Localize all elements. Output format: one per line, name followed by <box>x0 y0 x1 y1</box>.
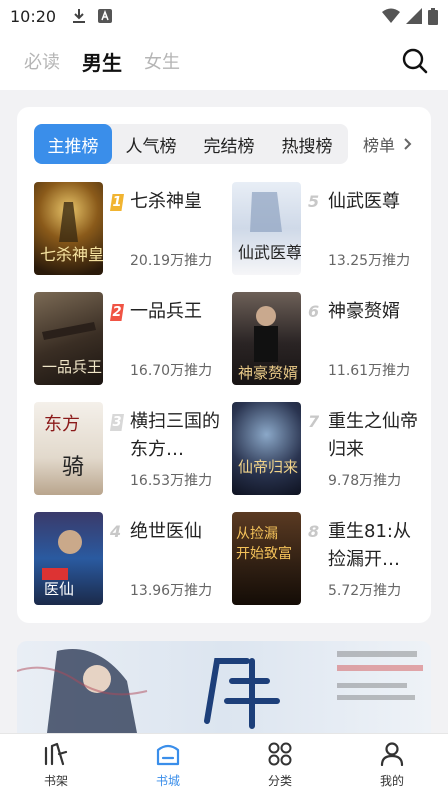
book-item[interactable]: 仙武医尊 5 仙武医尊 13.25万推力 <box>232 182 422 277</box>
top-tab-bar: 必读 男生 女生 <box>0 32 448 90</box>
rank-list-more-button[interactable]: 榜单 <box>363 124 412 164</box>
nav-bookstore-label: 书城 <box>155 774 180 788</box>
rank-tab-hot-search[interactable]: 热搜榜 <box>268 124 346 164</box>
book-title: 绝世医仙 <box>130 521 202 542</box>
book-heat: 16.53万推力 <box>130 473 213 489</box>
svg-text:医仙: 医仙 <box>44 580 74 598</box>
banner-artwork <box>17 649 423 733</box>
nav-category-label: 分类 <box>267 774 292 788</box>
book-heat: 11.61万推力 <box>328 363 411 379</box>
book-cover: 七杀神皇 <box>34 182 103 275</box>
book-cover: 仙帝归来 <box>232 402 301 495</box>
book-heat: 20.19万推力 <box>130 253 213 269</box>
wifi-icon <box>382 8 400 23</box>
svg-text:开始致富: 开始致富 <box>236 545 292 562</box>
book-title: 仙武医尊 <box>328 191 400 212</box>
book-cover: 仙武医尊 <box>232 182 301 275</box>
nav-bookshelf[interactable]: 书架 <box>0 734 112 798</box>
book-title: 重生之仙帝归来 <box>328 411 418 460</box>
svg-text:仙帝归来: 仙帝归来 <box>238 458 298 476</box>
rank-badge: 2 <box>110 304 124 321</box>
book-title: 一品兵王 <box>130 301 202 322</box>
app-notification-icon <box>98 9 113 23</box>
nav-bookstore[interactable]: 书城 <box>112 734 224 798</box>
book-title: 神豪赘婿 <box>328 301 400 322</box>
rank-tab-completed[interactable]: 完结榜 <box>190 124 268 164</box>
rank-tab-popular[interactable]: 人气榜 <box>112 124 190 164</box>
book-title: 横扫三国的东方… <box>130 411 220 460</box>
category-icon <box>268 742 292 766</box>
svg-text:东方: 东方 <box>44 414 80 435</box>
rank-number: 5 <box>308 192 320 211</box>
bookstore-icon <box>156 744 180 766</box>
nav-profile-label: 我的 <box>379 774 404 788</box>
book-cover: 东方 骑 <box>34 402 103 495</box>
svg-text:仙武医尊: 仙武医尊 <box>238 243 301 262</box>
book-heat: 5.72万推力 <box>328 583 402 599</box>
book-item[interactable]: 仙帝归来 7 重生之仙帝归来 9.78万推力 <box>232 402 422 497</box>
rank-tab-bar: 主推榜 人气榜 完结榜 热搜榜 <box>34 124 348 164</box>
rank-number: 6 <box>308 302 320 321</box>
rank-badge: 1 <box>110 194 124 211</box>
rank-number: 7 <box>308 412 320 431</box>
battery-icon <box>428 7 438 25</box>
status-time: 10:20 <box>10 6 57 26</box>
book-cover: 从捡漏 开始致富 <box>232 512 301 605</box>
promo-banner[interactable] <box>17 641 431 733</box>
search-button[interactable] <box>402 48 428 74</box>
profile-icon <box>380 742 404 766</box>
book-item[interactable]: 东方 骑 3 横扫三国的东方… 16.53万推力 <box>34 402 224 497</box>
chevron-right-icon <box>404 138 412 150</box>
nav-category[interactable]: 分类 <box>224 734 336 798</box>
rank-number: 4 <box>110 522 122 541</box>
bookshelf-icon <box>44 742 68 766</box>
nav-profile[interactable]: 我的 <box>336 734 448 798</box>
book-heat: 13.25万推力 <box>328 253 411 269</box>
rank-badge: 3 <box>110 414 124 431</box>
book-cover: 一品兵王 <box>34 292 103 385</box>
book-cover: 神豪赘婿 <box>232 292 301 385</box>
rank-number: 8 <box>308 522 320 541</box>
search-icon <box>402 48 428 74</box>
ranking-card: 主推榜 人气榜 完结榜 热搜榜 榜单 七杀神皇 1 七杀神皇 20.19万推力 … <box>17 107 431 623</box>
book-item[interactable]: 从捡漏 开始致富 8 重生81:从捡漏开… 5.72万推力 <box>232 512 422 607</box>
status-system-icons <box>382 7 438 25</box>
svg-text:神豪赘婿: 神豪赘婿 <box>238 364 298 382</box>
rank-list-more-label: 榜单 <box>363 136 396 155</box>
svg-text:从捡漏: 从捡漏 <box>236 525 278 542</box>
svg-text:七杀神皇: 七杀神皇 <box>40 245 103 264</box>
nav-bookshelf-label: 书架 <box>43 774 68 788</box>
download-icon <box>73 9 86 23</box>
svg-text:一品兵王: 一品兵王 <box>42 358 102 376</box>
book-title: 七杀神皇 <box>130 191 202 212</box>
signal-icon <box>406 8 422 24</box>
svg-text:骑: 骑 <box>62 455 84 480</box>
tab-bidu[interactable]: 必读 <box>24 48 60 74</box>
book-title: 重生81:从捡漏开… <box>328 521 411 570</box>
rank-tab-main[interactable]: 主推榜 <box>34 124 112 164</box>
status-notifications <box>72 8 113 24</box>
book-item[interactable]: 一品兵王 2 一品兵王 16.70万推力 <box>34 292 224 387</box>
tab-female[interactable]: 女生 <box>144 48 180 74</box>
book-heat: 16.70万推力 <box>130 363 213 379</box>
book-item[interactable]: 医仙 4 绝世医仙 13.96万推力 <box>34 512 224 607</box>
status-bar: 10:20 <box>0 0 448 32</box>
book-item[interactable]: 七杀神皇 1 七杀神皇 20.19万推力 <box>34 182 224 277</box>
book-cover: 医仙 <box>34 512 103 605</box>
book-heat: 13.96万推力 <box>130 583 213 599</box>
bottom-navigation: 书架 书城 分类 我的 <box>0 733 448 798</box>
book-item[interactable]: 神豪赘婿 6 神豪赘婿 11.61万推力 <box>232 292 422 387</box>
tab-male[interactable]: 男生 <box>82 47 122 76</box>
book-heat: 9.78万推力 <box>328 473 402 489</box>
